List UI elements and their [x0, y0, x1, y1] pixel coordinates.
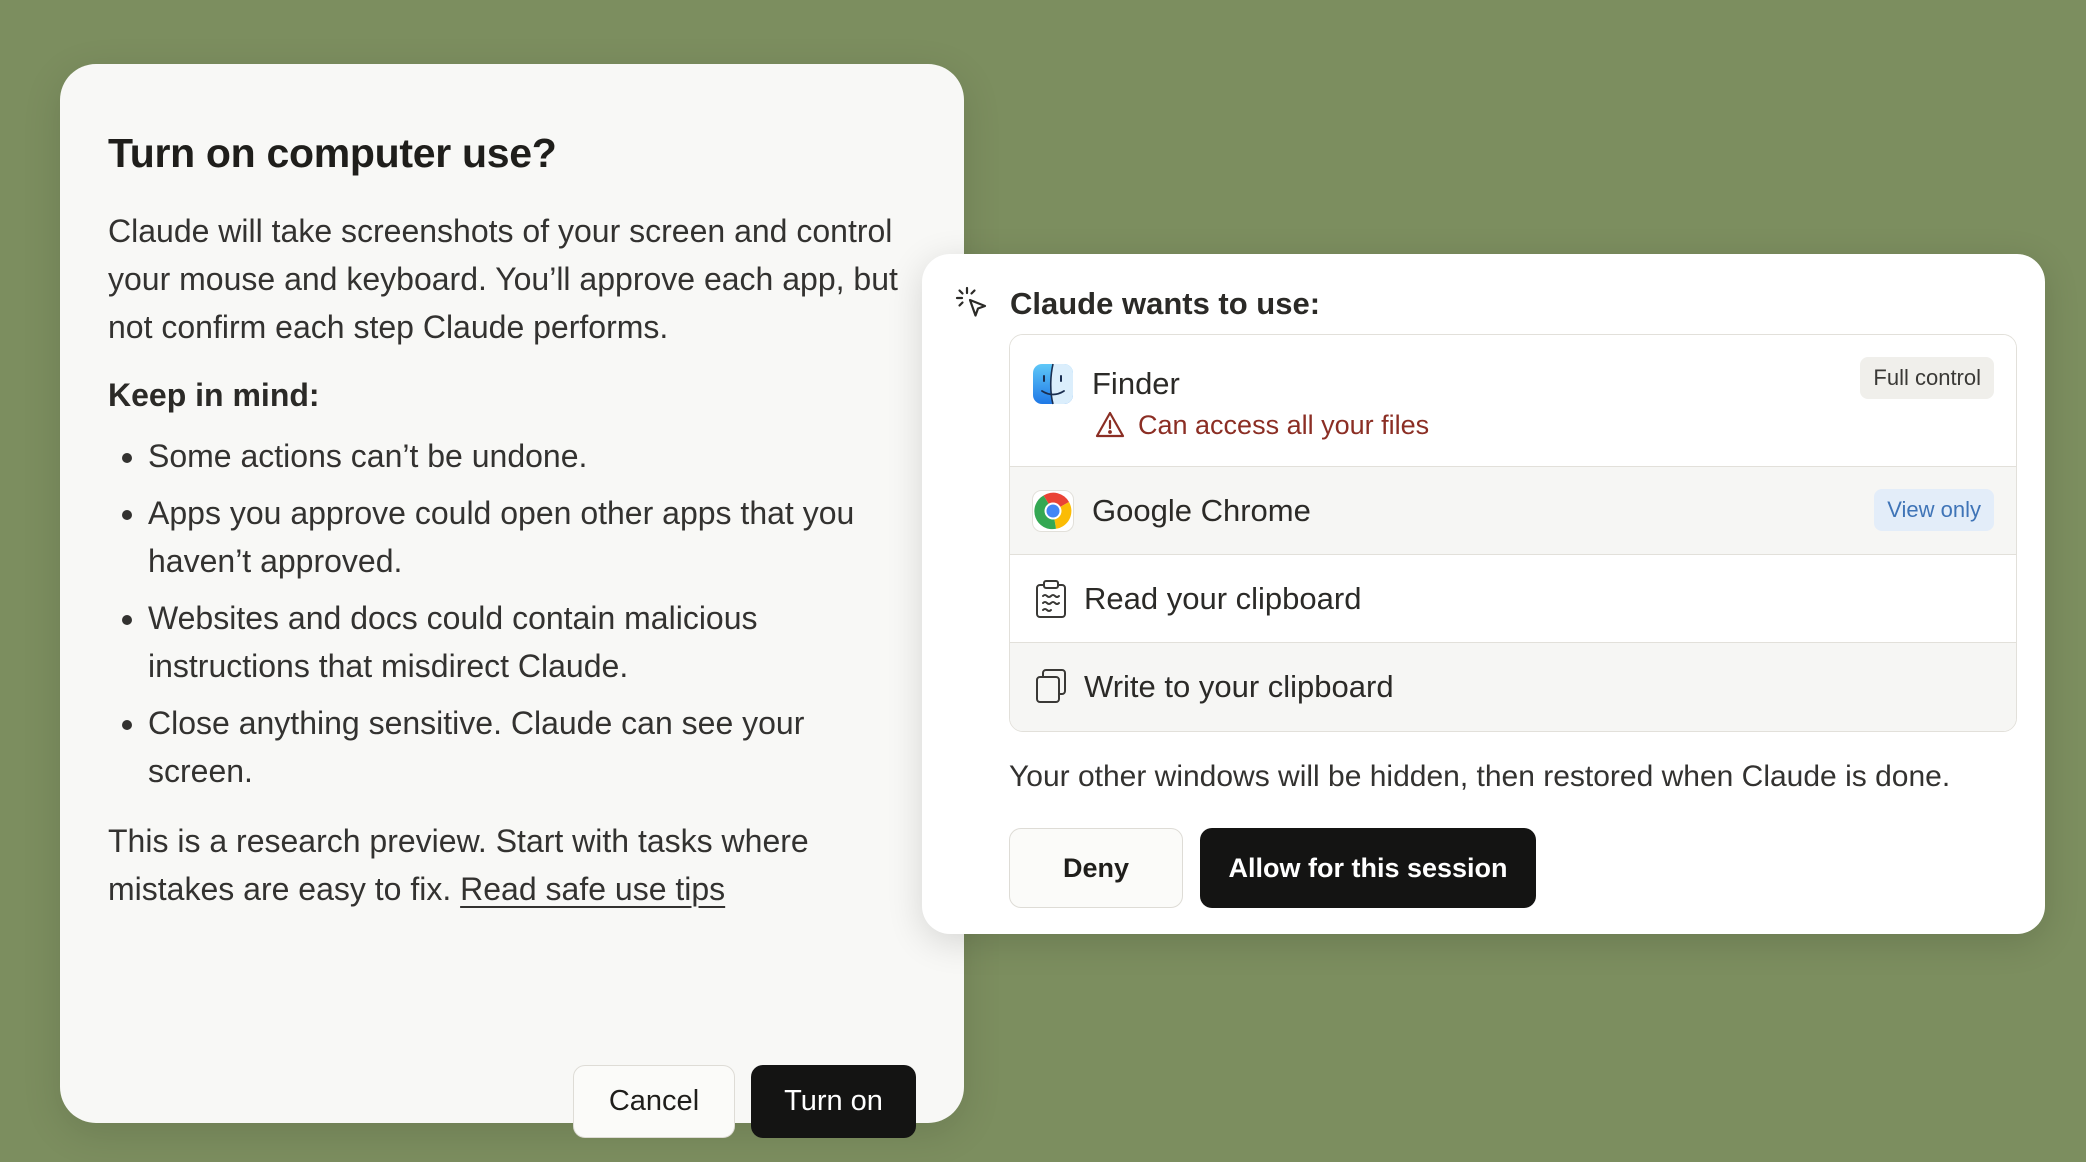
- permission-item-label: Google Chrome: [1092, 493, 1311, 528]
- bullet-dot: [122, 720, 132, 730]
- panel-actions: Deny Allow for this session: [1009, 828, 1536, 908]
- permission-list: Finder Full control Can access all your …: [1009, 334, 2017, 732]
- bullet-dot: [122, 510, 132, 520]
- list-item: Websites and docs could contain maliciou…: [108, 594, 916, 690]
- list-item: Apps you approve could open other apps t…: [108, 489, 916, 585]
- allow-session-button[interactable]: Allow for this session: [1200, 828, 1536, 908]
- list-item: Some actions can’t be undone.: [108, 432, 916, 480]
- full-control-badge: Full control: [1860, 357, 1994, 399]
- bullet-text: Some actions can’t be undone.: [148, 438, 588, 474]
- turn-on-button[interactable]: Turn on: [751, 1065, 916, 1138]
- permission-request-panel: Claude wants to use: Finder Full control…: [922, 254, 2045, 934]
- chrome-icon: [1032, 490, 1074, 532]
- dialog-intro: Claude will take screenshots of your scr…: [108, 213, 898, 345]
- warnings-list: Some actions can’t be undone. Apps you a…: [108, 432, 916, 795]
- permission-item-finder[interactable]: Finder Full control Can access all your …: [1010, 335, 2016, 467]
- keep-in-mind-heading: Keep in mind:: [108, 377, 320, 413]
- dialog-title: Turn on computer use?: [108, 130, 557, 176]
- warning-text: Can access all your files: [1138, 409, 1430, 440]
- panel-header: Claude wants to use:: [952, 284, 1320, 324]
- computer-use-dialog: Turn on computer use? Claude will take s…: [60, 64, 964, 1138]
- permission-item-main: Google Chrome: [1010, 467, 2016, 555]
- permission-item-label: Read your clipboard: [1084, 581, 1362, 616]
- permission-item-label: Finder: [1092, 366, 1180, 401]
- bullet-text: Apps you approve could open other apps t…: [148, 495, 855, 579]
- deny-button[interactable]: Deny: [1009, 828, 1183, 908]
- clipboard-icon: [1036, 580, 1066, 618]
- research-preview-note: This is a research preview. Start with t…: [108, 817, 916, 913]
- safe-use-tips-link[interactable]: Read safe use tips: [460, 871, 725, 907]
- bullet-text: Websites and docs could contain maliciou…: [148, 600, 758, 684]
- panel-title: Claude wants to use:: [1010, 286, 1321, 321]
- permission-item-chrome[interactable]: Google Chrome View only: [1010, 467, 2016, 555]
- permission-item-label: Write to your clipboard: [1084, 669, 1394, 704]
- dialog-actions: Cancel Turn on: [573, 1065, 916, 1138]
- cursor-click-icon: [955, 286, 987, 317]
- list-item: Close anything sensitive. Claude can see…: [108, 699, 916, 795]
- warning-triangle-icon: [1095, 411, 1125, 438]
- windows-hidden-note: Your other windows will be hidden, then …: [1009, 760, 1951, 793]
- permission-item-write-clipboard[interactable]: Write to your clipboard: [1010, 643, 2016, 731]
- finder-icon: [1033, 363, 1073, 405]
- file-access-warning: Can access all your files: [1094, 409, 1429, 441]
- permission-item-main: Write to your clipboard: [1010, 643, 2016, 731]
- cancel-button[interactable]: Cancel: [573, 1065, 735, 1138]
- permission-item-read-clipboard[interactable]: Read your clipboard: [1010, 555, 2016, 643]
- bullet-text: Close anything sensitive. Claude can see…: [148, 705, 805, 789]
- view-only-badge: View only: [1874, 489, 1994, 531]
- permission-item-main: Read your clipboard: [1010, 555, 2016, 643]
- copy-icon: [1036, 669, 1066, 703]
- bullet-dot: [122, 615, 132, 625]
- bullet-dot: [122, 453, 132, 463]
